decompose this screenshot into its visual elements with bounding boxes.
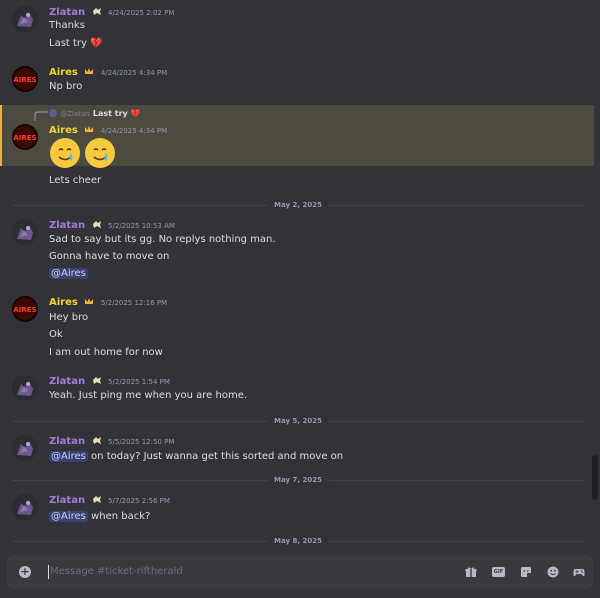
flower-badge-icon bbox=[92, 437, 101, 444]
avatar-zlatan[interactable] bbox=[12, 435, 38, 461]
message-text: Lets cheer bbox=[49, 175, 102, 186]
emoji-row bbox=[49, 137, 116, 169]
author-name[interactable]: Zlatan bbox=[49, 219, 85, 232]
author-name[interactable]: Aires bbox=[49, 124, 78, 137]
date-divider-label: May 5, 2025 bbox=[268, 416, 328, 426]
message-header: Aires 5/2/2025 12:16 PM bbox=[49, 296, 167, 309]
author-name[interactable]: Aires bbox=[49, 296, 78, 309]
reply-preview[interactable]: @Zlatan Last try 💔 bbox=[49, 108, 141, 120]
timestamp: 5/2/2025 12:16 PM bbox=[100, 299, 168, 307]
reply-author: @Zlatan bbox=[60, 110, 90, 118]
avatar-aires[interactable]: AIRES bbox=[12, 66, 38, 92]
message-header: Zlatan 5/2/2025 1:54 PM bbox=[49, 375, 170, 388]
gift-icon[interactable] bbox=[465, 566, 477, 578]
reply-avatar bbox=[49, 109, 57, 117]
message-text: Sad to say but its gg. No replys nothing… bbox=[49, 234, 276, 245]
message-text: I am out home for now bbox=[49, 347, 163, 358]
gamepad-icon[interactable] bbox=[573, 566, 585, 578]
author-name[interactable]: Aires bbox=[49, 66, 78, 79]
message-text: Yeah. Just ping me when you are home. bbox=[49, 390, 248, 401]
flower-badge-icon bbox=[92, 496, 101, 503]
message-text: @Aires when back? bbox=[49, 510, 150, 523]
smiling-tear-emoji-icon[interactable] bbox=[84, 137, 116, 169]
avatar-zlatan[interactable] bbox=[12, 6, 38, 32]
user-mention[interactable]: @Aires bbox=[49, 268, 88, 279]
crown-icon bbox=[85, 68, 94, 74]
message-text-content: when back? bbox=[87, 511, 151, 522]
author-name[interactable]: Zlatan bbox=[49, 375, 85, 388]
message-text: Ok bbox=[49, 329, 63, 340]
message-header: Aires 4/24/2025 4:34 PM bbox=[49, 66, 167, 79]
timestamp: 5/5/2025 12:50 PM bbox=[108, 438, 175, 446]
avatar-aires[interactable]: AIRES bbox=[12, 296, 38, 322]
user-mention[interactable]: @Aires bbox=[49, 451, 88, 462]
author-name[interactable]: Zlatan bbox=[49, 494, 85, 507]
date-divider: May 2, 2025 bbox=[12, 200, 584, 210]
smiling-tear-emoji-icon[interactable] bbox=[49, 137, 81, 169]
message-header: Aires 4/24/2025 4:34 PM bbox=[49, 124, 167, 137]
avatar-zlatan[interactable] bbox=[12, 494, 38, 520]
crown-icon bbox=[85, 298, 94, 304]
timestamp: 5/2/2025 10:53 AM bbox=[108, 222, 175, 230]
message-header: Zlatan 5/2/2025 10:53 AM bbox=[49, 219, 175, 232]
user-mention[interactable]: @Aires bbox=[49, 511, 88, 522]
avatar-aires[interactable]: AIRES bbox=[12, 124, 38, 150]
timestamp: 5/2/2025 1:54 PM bbox=[108, 378, 170, 386]
gif-label: GIF bbox=[492, 567, 505, 577]
message-text: Np bro bbox=[49, 81, 83, 92]
timestamp: 5/7/2025 2:56 PM bbox=[108, 497, 170, 505]
date-divider: May 7, 2025 bbox=[12, 475, 584, 485]
date-divider-label: May 7, 2025 bbox=[268, 475, 328, 485]
crown-icon bbox=[85, 126, 94, 132]
sticker-icon[interactable] bbox=[520, 566, 532, 578]
avatar-logo-text: AIRES bbox=[13, 134, 36, 142]
message-text: @Aires bbox=[49, 267, 88, 280]
message-composer[interactable]: + Message #ticket-riftherald GIF bbox=[7, 555, 593, 589]
date-divider: May 5, 2025 bbox=[12, 416, 584, 426]
message-input-placeholder[interactable]: Message #ticket-riftherald bbox=[50, 565, 183, 579]
reply-text: Last try 💔 bbox=[92, 109, 141, 118]
message-header: Zlatan 5/7/2025 2:56 PM bbox=[49, 494, 170, 507]
gif-icon[interactable]: GIF bbox=[492, 566, 505, 578]
timestamp: 4/24/2025 4:34 PM bbox=[100, 69, 168, 77]
plus-icon[interactable]: + bbox=[19, 566, 31, 578]
flower-badge-icon bbox=[92, 8, 101, 15]
message-header: Zlatan 5/5/2025 12:50 PM bbox=[49, 435, 174, 448]
reply-spine bbox=[34, 111, 48, 121]
flower-badge-icon bbox=[92, 221, 101, 228]
flower-badge-icon bbox=[92, 377, 101, 384]
text-caret bbox=[48, 565, 49, 579]
timestamp: 4/24/2025 4:34 PM bbox=[100, 127, 168, 135]
author-name[interactable]: Zlatan bbox=[49, 435, 85, 448]
date-divider-label: May 2, 2025 bbox=[268, 200, 328, 210]
avatar-zlatan[interactable] bbox=[12, 375, 38, 401]
author-name[interactable]: Zlatan bbox=[49, 6, 85, 19]
avatar-logo-text: AIRES bbox=[13, 76, 36, 84]
message-text: @Aires on today? Just wanna get this sor… bbox=[49, 450, 343, 463]
date-divider-label: May 8, 2025 bbox=[268, 536, 328, 546]
avatar-logo-text: AIRES bbox=[13, 306, 36, 314]
message-text: Last try 💔 bbox=[49, 38, 103, 49]
scrollbar-thumb[interactable] bbox=[592, 455, 598, 500]
timestamp: 4/24/2025 2:02 PM bbox=[108, 9, 175, 17]
message-text: Gonna have to move on bbox=[49, 251, 170, 262]
message-header: Zlatan 4/24/2025 2:02 PM bbox=[49, 6, 174, 19]
message-text-content: on today? Just wanna get this sorted and… bbox=[87, 451, 344, 462]
avatar-zlatan[interactable] bbox=[12, 219, 38, 245]
emoji-picker-icon[interactable] bbox=[547, 566, 559, 578]
date-divider: May 8, 2025 bbox=[12, 536, 584, 546]
message-text: Thanks bbox=[49, 20, 85, 31]
message-text: Hey bro bbox=[49, 312, 89, 323]
